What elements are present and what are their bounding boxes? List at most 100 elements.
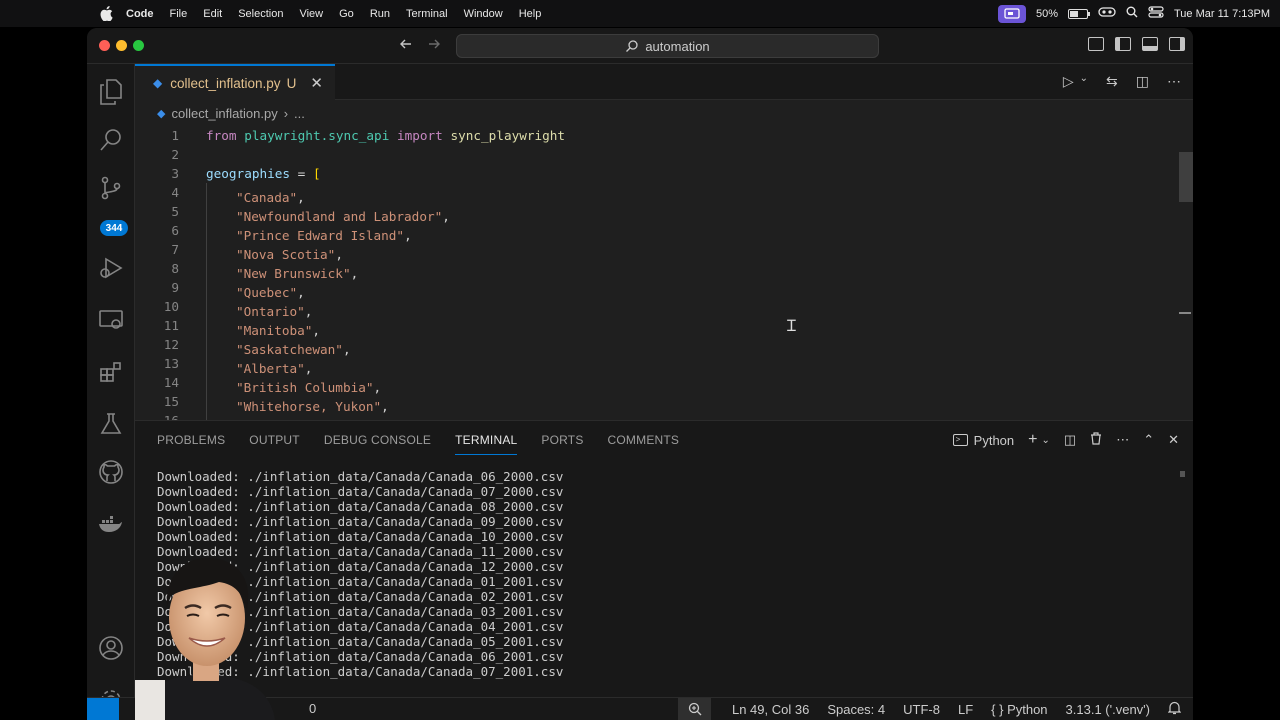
back-arrow-icon[interactable] [399,37,413,56]
breadcrumb-separator-icon: › [283,105,289,121]
toggle-secondary-sidebar-icon[interactable] [1169,37,1185,51]
customize-layout-icon[interactable] [1088,37,1104,51]
menu-file[interactable]: File [170,8,188,20]
terminal-line: Downloaded: ./inflation_data/Canada/Cana… [157,529,564,544]
new-terminal-plus-icon[interactable]: + [1028,431,1037,449]
terminal-profile-selector[interactable]: > Python [952,433,1014,448]
menu-app-name[interactable]: Code [126,8,154,20]
macos-menu-bar: Code File Edit Selection View Go Run Ter… [0,0,1280,27]
remote-explorer-icon[interactable] [97,306,125,334]
tab-comments[interactable]: COMMENTS [608,424,680,454]
screen-recording-icon[interactable] [997,4,1026,23]
run-and-debug-icon[interactable] [97,254,125,282]
source-control-icon[interactable] [97,174,125,202]
cursor-position[interactable]: Ln 49, Col 36 [732,702,809,717]
toggle-primary-sidebar-icon[interactable] [1115,37,1131,51]
language-mode[interactable]: { } Python [991,702,1047,717]
split-terminal-icon[interactable]: ◫ [1064,432,1076,448]
indent-guide [206,240,236,259]
code-line[interactable]: 11 "Manitoba", [135,316,1193,338]
more-actions-icon[interactable]: ⋯ [1167,73,1181,90]
battery-icon[interactable] [1068,8,1090,19]
command-center-label: automation [645,38,710,54]
menu-go[interactable]: Go [339,8,354,20]
tab-output[interactable]: OUTPUT [249,424,300,454]
zoom-window-button[interactable] [133,40,144,51]
close-panel-icon[interactable]: ✕ [1168,432,1179,448]
code-line[interactable]: 15 "Whitehorse, Yukon", [135,392,1193,414]
tab-problems[interactable]: PROBLEMS [157,424,225,454]
terminal-dropdown-chevron-icon[interactable]: ⌄ [1042,435,1050,446]
toggle-panel-icon[interactable] [1142,37,1158,51]
code-line[interactable]: 1 from playwright.sync_api import sync_pl… [135,126,1193,145]
tab-terminal[interactable]: TERMINAL [455,424,518,455]
spotlight-search-icon[interactable] [1126,6,1138,21]
zoom-icon[interactable] [678,698,711,720]
problems-count[interactable]: 0 [309,701,316,716]
code-line[interactable]: 3 geographies = [ [135,164,1193,183]
run-dropdown-chevron-icon[interactable]: ⌄ [1080,73,1088,90]
code-line[interactable]: 12 "Saskatchewan", [135,335,1193,357]
menu-terminal[interactable]: Terminal [406,8,448,20]
github-icon[interactable] [97,458,125,486]
code-text: "Ontario", [206,297,312,319]
code-line[interactable]: 5 "Newfoundland and Labrador", [135,202,1193,224]
close-tab-icon[interactable]: ✕ [310,74,323,92]
indentation-setting[interactable]: Spaces: 4 [827,702,885,717]
close-window-button[interactable] [99,40,110,51]
kill-terminal-trash-icon[interactable] [1090,432,1102,448]
code-line[interactable]: 16 "Yellowknife, Northwest Territories", [135,411,1193,420]
docker-icon[interactable] [97,510,125,538]
tab-debug-console[interactable]: DEBUG CONSOLE [324,424,431,454]
menu-help[interactable]: Help [519,8,542,20]
maximize-panel-chevron-icon[interactable]: ⌃ [1143,432,1154,448]
menu-selection[interactable]: Selection [238,8,283,20]
minimize-window-button[interactable] [116,40,127,51]
code-line[interactable]: 6 "Prince Edward Island", [135,221,1193,243]
code-line[interactable]: 2 [135,145,1193,164]
notifications-bell-icon[interactable] [1167,701,1182,718]
remote-indicator[interactable] [87,698,119,720]
code-line[interactable]: 14 "British Columbia", [135,373,1193,395]
search-view-icon[interactable] [97,126,125,154]
code-line[interactable]: 8 "New Brunswick", [135,259,1193,281]
accounts-icon[interactable] [97,634,125,662]
run-python-file-icon[interactable]: ▷ [1063,73,1074,90]
python-file-icon: ◆ [157,107,166,120]
menu-window[interactable]: Window [464,8,503,20]
file-encoding[interactable]: UTF-8 [903,702,940,717]
terminal-output[interactable]: Downloaded: ./inflation_data/Canada/Cana… [157,469,1157,679]
editor-scrollbar[interactable] [1179,152,1193,202]
code-line[interactable]: 7 "Nova Scotia", [135,240,1193,262]
explorer-icon[interactable] [97,78,125,106]
code-lines: 1 from playwright.sync_api import sync_pl… [135,126,1193,420]
wifi-icon[interactable] [1098,6,1116,21]
code-line[interactable]: 9 "Quebec", [135,278,1193,300]
menu-run[interactable]: Run [370,8,390,20]
menu-edit[interactable]: Edit [203,8,222,20]
code-line[interactable]: 4 "Canada", [135,183,1193,205]
forward-arrow-icon[interactable] [427,37,441,56]
menu-bar-clock[interactable]: Tue Mar 11 7:13PM [1174,8,1270,20]
code-line[interactable]: 13 "Alberta", [135,354,1193,376]
command-center-search[interactable]: automation [456,34,879,58]
control-center-icon[interactable] [1148,6,1164,21]
compare-changes-icon[interactable]: ⇆ [1106,73,1118,90]
tab-collect-inflation[interactable]: ◆ collect_inflation.py U ✕ [135,64,335,100]
code-editor[interactable]: 1 from playwright.sync_api import sync_pl… [135,126,1193,420]
breadcrumb-file[interactable]: collect_inflation.py [171,106,277,121]
testing-flask-icon[interactable] [97,410,125,438]
terminal-scrollbar[interactable] [1180,471,1185,477]
tab-ports[interactable]: PORTS [541,424,583,454]
python-interpreter[interactable]: 3.13.1 ('.venv') [1066,702,1150,717]
more-panel-actions-icon[interactable]: ⋯ [1116,432,1129,448]
code-line[interactable]: 10 "Ontario", [135,297,1193,319]
end-of-line[interactable]: LF [958,702,973,717]
code-text: "Newfoundland and Labrador", [206,202,450,224]
menu-view[interactable]: View [299,8,323,20]
apple-menu-icon[interactable] [100,6,114,22]
split-editor-icon[interactable]: ◫ [1136,73,1149,90]
extensions-icon[interactable] [97,358,125,386]
editor-tab-bar: ◆ collect_inflation.py U ✕ ▷ ⌄ ⇆ ◫ ⋯ [135,64,1193,100]
breadcrumb-more[interactable]: ... [294,106,305,121]
